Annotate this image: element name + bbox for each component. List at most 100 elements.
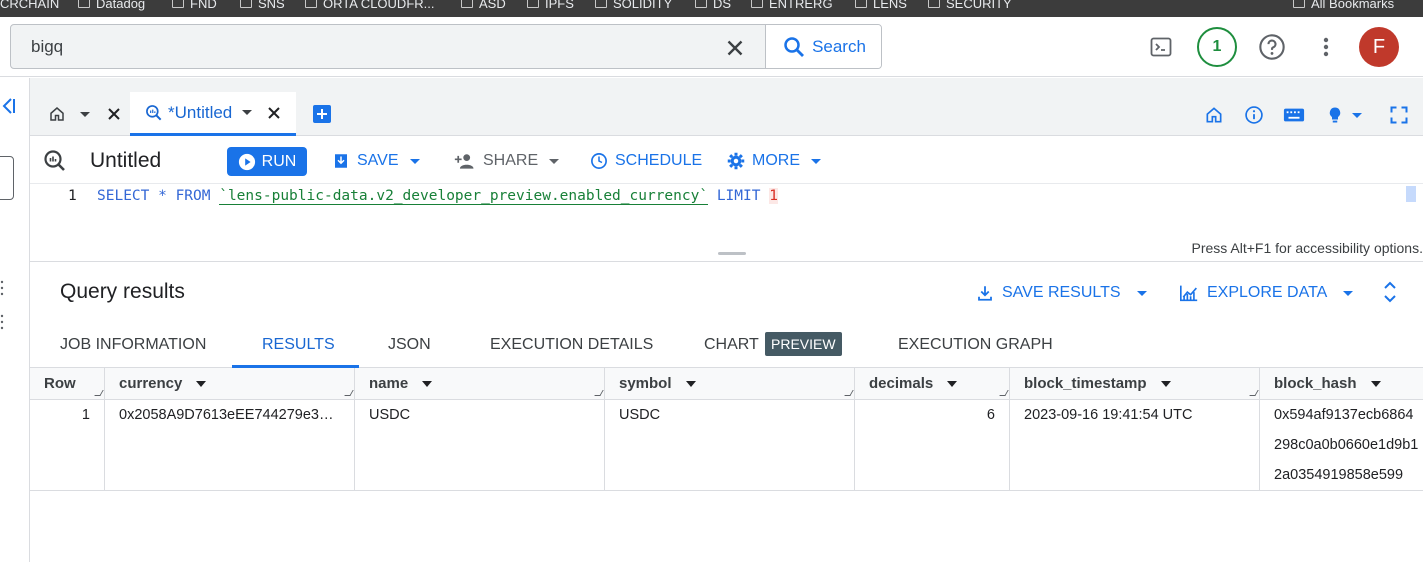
fullscreen-icon[interactable] [1389,105,1409,130]
more-label: MORE [752,152,800,169]
download-icon [978,286,992,301]
bookmark-item[interactable]: CRCHAIN [0,0,59,12]
run-button[interactable]: RUN [227,147,307,176]
collapse-panel-icon[interactable] [0,96,16,121]
sql-keyword: SELECT * FROM [97,188,220,204]
column-resize-handle[interactable] [594,390,604,396]
add-tab-icon[interactable] [312,104,332,129]
explorer-search-field[interactable] [0,156,14,200]
explore-data-button[interactable]: EXPLORE DATA [1179,281,1354,305]
folder-icon [240,0,252,8]
column-header-symbol[interactable]: symbol [605,368,855,400]
column-header-decimals[interactable]: decimals [855,368,1010,400]
column-resize-handle[interactable] [1249,390,1259,396]
cell-name[interactable]: USDC [355,400,605,491]
tab-untitled[interactable]: *Untitled [130,92,296,136]
share-button[interactable]: SHARE [454,147,560,175]
bookmark-item[interactable]: ASD [461,0,506,12]
tab-chart[interactable]: CHART [704,336,759,354]
column-header-block-hash[interactable]: block_hash [1260,368,1423,400]
sort-menu-icon[interactable] [1370,380,1381,387]
save-icon [335,154,347,168]
column-resize-handle[interactable] [94,390,104,396]
folder-icon [305,0,317,8]
tab-json[interactable]: JSON [388,336,431,354]
line-number: 1 [68,188,77,204]
terminal-icon[interactable] [1144,30,1178,64]
folder-icon [695,0,707,8]
bookmark-item[interactable]: SNS [240,0,285,12]
help-icon[interactable] [1255,30,1289,64]
query-icon [43,149,67,178]
folder-icon [172,0,184,8]
cell-block-hash[interactable]: 0x594af9137ecb6864 298c0a0b0660e1d9b1 2a… [1260,400,1423,491]
tab-results[interactable]: RESULTS [262,336,335,354]
resize-handle[interactable] [718,252,746,255]
bookmark-item[interactable]: SECURITY [928,0,1012,12]
cell-symbol[interactable]: USDC [605,400,855,491]
tab-label: *Untitled [168,102,233,122]
block-hash-line: 298c0a0b0660e1d9b1 [1274,437,1419,453]
keyboard-icon[interactable] [1283,105,1305,130]
sort-menu-icon[interactable] [947,380,958,387]
avatar[interactable]: F [1359,27,1399,67]
expand-collapse-icon[interactable] [1382,280,1398,309]
search-input[interactable] [31,25,711,68]
column-header-currency[interactable]: currency [105,368,355,400]
more-vert-icon[interactable] [1309,30,1343,64]
sql-code: SELECT * FROM `lens-public-data.v2_devel… [97,188,778,205]
bookmark-item[interactable]: ORTA CLOUDFR... [305,0,434,12]
chevron-down-icon[interactable] [242,110,253,115]
cell-block-timestamp[interactable]: 2023-09-16 19:41:54 UTC [1010,400,1260,491]
bookmark-item[interactable]: Datadog [78,0,145,12]
chevron-down-icon [811,158,821,164]
info-icon[interactable] [1244,105,1264,130]
search-button[interactable]: Search [765,25,881,68]
schedule-label: SCHEDULE [615,152,703,169]
sql-editor[interactable]: 1 SELECT * FROM `lens-public-data.v2_dev… [30,184,1423,262]
drag-dots-icon[interactable] [0,280,6,335]
column-header-block-timestamp[interactable]: block_timestamp [1010,368,1260,400]
cell-currency[interactable]: 0x2058A9D7613eEE744279e3… [105,400,355,491]
close-icon[interactable] [264,103,284,123]
save-button[interactable]: SAVE [332,147,420,175]
sort-menu-icon[interactable] [422,380,433,387]
bookmark-item[interactable]: SOLIDITY [595,0,672,12]
save-results-button[interactable]: SAVE RESULTS [976,281,1147,305]
more-button[interactable]: MORE [727,147,821,175]
cell-row-number[interactable]: 1 [30,400,105,491]
close-icon[interactable] [722,35,748,61]
sort-menu-icon[interactable] [196,380,207,387]
cell-decimals[interactable]: 6 [855,400,1010,491]
column-resize-handle[interactable] [344,390,354,396]
bookmarks-bar: CRCHAIN Datadog FND SNS ORTA CLOUDFR... … [0,0,1423,17]
column-resize-handle[interactable] [844,390,854,396]
code-line[interactable]: 1 SELECT * FROM `lens-public-data.v2_dev… [30,186,1423,208]
tips-menu[interactable] [1326,105,1362,125]
chevron-down-icon [1136,290,1147,296]
block-hash-line: 0x594af9137ecb6864 [1274,407,1414,423]
tab-execution-details[interactable]: EXECUTION DETAILS [490,336,653,354]
bookmark-item[interactable]: IPFS [527,0,574,12]
column-resize-handle[interactable] [999,390,1009,396]
column-header-row[interactable]: Row [30,368,105,400]
close-icon[interactable] [104,104,124,124]
all-bookmarks[interactable]: All Bookmarks [1293,0,1394,12]
home-icon[interactable] [1204,105,1224,130]
notification-badge[interactable]: 1 [1197,27,1237,67]
tab-job-information[interactable]: JOB INFORMATION [60,336,206,354]
tab-home[interactable] [40,92,126,136]
save-results-label: SAVE RESULTS [1002,284,1121,301]
sort-menu-icon[interactable] [685,380,696,387]
bookmark-item[interactable]: DS [695,0,731,12]
query-title[interactable]: Untitled [90,149,161,173]
bookmark-item[interactable]: LENS [855,0,907,12]
sort-menu-icon[interactable] [1160,380,1171,387]
column-header-name[interactable]: name [355,368,605,400]
bookmark-item[interactable]: FND [172,0,217,12]
schedule-button[interactable]: SCHEDULE [590,147,702,175]
tab-execution-graph[interactable]: EXECUTION GRAPH [898,336,1053,354]
bookmark-item[interactable]: ENTRERG [751,0,833,12]
chevron-down-icon[interactable] [80,111,90,117]
folder-icon [1293,0,1305,8]
